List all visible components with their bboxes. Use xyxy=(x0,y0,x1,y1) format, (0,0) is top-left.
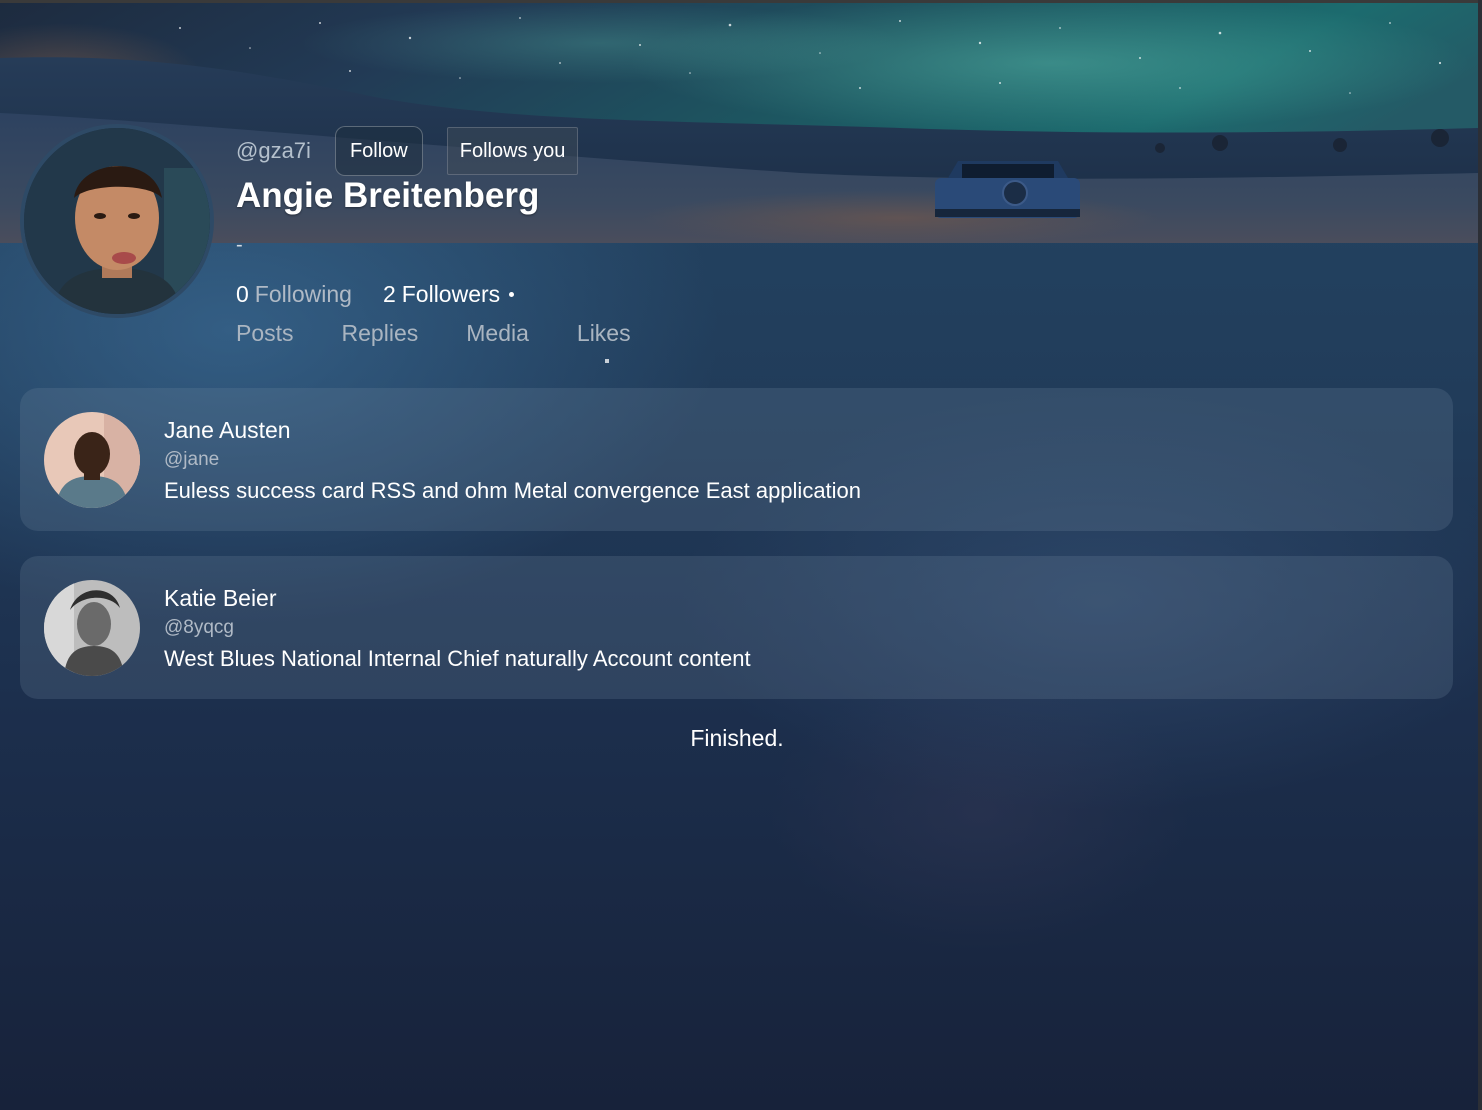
tab-replies[interactable]: Replies xyxy=(342,320,419,347)
tab-media[interactable]: Media xyxy=(466,320,529,347)
profile-display-name: Angie Breitenberg xyxy=(236,176,540,215)
separator-dot xyxy=(509,292,515,297)
author-avatar[interactable] xyxy=(44,580,140,676)
active-tab-indicator xyxy=(604,359,609,363)
followers-count: 2 xyxy=(382,281,396,307)
post-author-handle[interactable]: @8yqcg xyxy=(164,617,234,639)
followers-link[interactable]: 2 Followers xyxy=(383,281,500,308)
profile-handle: @gza7i xyxy=(236,138,311,163)
feed-end-status: Finished. xyxy=(690,725,784,751)
post-author-handle[interactable]: @jane xyxy=(164,449,219,471)
profile-banner-image xyxy=(0,3,1478,243)
post-author-name[interactable]: Katie Beier xyxy=(164,585,277,612)
tab-posts[interactable]: Posts xyxy=(236,320,294,347)
window-right-border xyxy=(1478,0,1482,1110)
tab-likes-label: Likes xyxy=(576,320,631,346)
followers-label: Followers xyxy=(401,281,501,307)
follows-you-badge: Follows you xyxy=(446,127,579,175)
follow-button[interactable]: Follow xyxy=(334,126,423,176)
following-label: Following xyxy=(254,281,352,307)
post-text: Euless success card RSS and ohm Metal co… xyxy=(164,478,862,503)
following-link[interactable]: 0 Following xyxy=(236,281,352,308)
post-text: West Blues National Internal Chief natur… xyxy=(164,646,751,671)
profile-bio: - xyxy=(236,234,243,256)
post-card[interactable]: Jane Austen @jane Euless success card RS… xyxy=(20,388,1453,531)
following-count: 0 xyxy=(236,281,249,307)
profile-stats: 0 Following 2 Followers xyxy=(236,281,515,308)
post-author-name[interactable]: Jane Austen xyxy=(164,417,291,444)
tab-likes[interactable]: Likes xyxy=(576,320,631,363)
author-avatar[interactable] xyxy=(44,412,140,508)
post-card[interactable]: Katie Beier @8yqcg West Blues National I… xyxy=(20,556,1453,699)
profile-handle-row: @gza7i Follow Follows you xyxy=(236,124,579,178)
profile-tabs: Posts Replies Media Likes xyxy=(236,320,679,363)
profile-avatar xyxy=(20,124,214,318)
